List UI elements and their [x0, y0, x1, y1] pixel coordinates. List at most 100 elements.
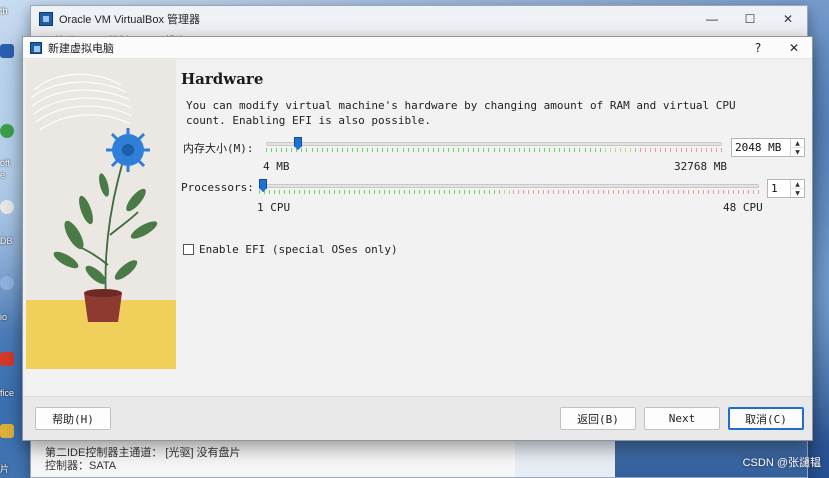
spin-arrows: ▲ ▼: [790, 139, 804, 156]
memory-value[interactable]: 2048 MB: [732, 139, 790, 156]
slider-tick: [595, 148, 596, 152]
slider-tick: [499, 190, 500, 194]
slider-tick: [539, 148, 540, 152]
help-button[interactable]: 帮助(H): [35, 407, 111, 430]
desktop-label: oft: [0, 158, 11, 168]
slider-tick: [758, 190, 759, 194]
close-button[interactable]: ✕: [769, 6, 807, 32]
slider-tick: [319, 190, 320, 194]
slider-tick: [648, 190, 649, 194]
slider-tick: [718, 190, 719, 194]
slider-tick: [352, 148, 353, 152]
slider-tick: [620, 148, 621, 152]
slider-tick: [523, 190, 524, 194]
slider-tick: [598, 190, 599, 194]
slider-tick: [703, 190, 704, 194]
slider-tick: [711, 148, 712, 152]
slider-tick: [676, 148, 677, 152]
processors-slider[interactable]: [259, 178, 759, 202]
slider-ticks: [266, 148, 722, 152]
slider-tick: [269, 190, 270, 194]
slider-tick: [716, 148, 717, 152]
slider-tick: [408, 148, 409, 152]
slider-tick: [618, 190, 619, 194]
desktop-app-icon[interactable]: [0, 124, 14, 138]
slider-tick: [723, 190, 724, 194]
slider-tick: [573, 190, 574, 194]
next-button[interactable]: Next: [644, 407, 720, 430]
slider-tick: [673, 190, 674, 194]
slider-tick: [279, 190, 280, 194]
slider-tick: [299, 190, 300, 194]
processors-value[interactable]: 1: [768, 180, 790, 197]
csdn-watermark: CSDN @张譴韫: [742, 457, 821, 469]
slider-tick: [686, 148, 687, 152]
slider-tick: [593, 190, 594, 194]
desktop-icon-strip: th oft e DB io fice 片: [0, 0, 24, 478]
slider-tick: [329, 190, 330, 194]
increment-icon[interactable]: ▲: [791, 139, 804, 147]
desktop-app-icon[interactable]: [0, 200, 14, 214]
decrement-icon[interactable]: ▼: [791, 188, 804, 197]
slider-tick: [574, 148, 575, 152]
slider-tick: [608, 190, 609, 194]
slider-tick: [428, 148, 429, 152]
desktop-app-icon[interactable]: [0, 276, 14, 290]
desktop-app-icon[interactable]: [0, 424, 14, 438]
slider-tick: [534, 148, 535, 152]
slider-tick: [438, 148, 439, 152]
slider-tick: [533, 190, 534, 194]
slider-tick: [610, 148, 611, 152]
slider-ticks: [259, 190, 759, 194]
memory-slider[interactable]: [266, 136, 722, 160]
efi-option[interactable]: Enable EFI (special OSes only): [183, 243, 398, 256]
slider-tick: [473, 148, 474, 152]
back-button[interactable]: 返回(B): [560, 407, 636, 430]
minimize-button[interactable]: —: [693, 6, 731, 32]
slider-tick: [564, 148, 565, 152]
storage-line: 控制器：SATA: [45, 460, 117, 472]
cancel-button[interactable]: 取消(C): [728, 407, 804, 430]
slider-tick: [276, 148, 277, 152]
slider-tick: [449, 190, 450, 194]
decrement-icon[interactable]: ▼: [791, 147, 804, 156]
maximize-button[interactable]: ☐: [731, 6, 769, 32]
slider-tick: [494, 190, 495, 194]
slider-tick: [317, 148, 318, 152]
slider-tick: [454, 190, 455, 194]
memory-spinbox[interactable]: 2048 MB ▲ ▼: [731, 138, 805, 157]
slider-tick: [625, 148, 626, 152]
slider-tick: [349, 190, 350, 194]
slider-tick: [397, 148, 398, 152]
slider-tick: [753, 190, 754, 194]
slider-tick: [414, 190, 415, 194]
slider-tick: [483, 148, 484, 152]
slider-tick: [369, 190, 370, 194]
slider-tick: [698, 190, 699, 194]
slider-tick: [578, 190, 579, 194]
slider-tick: [379, 190, 380, 194]
slider-tick: [469, 190, 470, 194]
slider-tick: [434, 190, 435, 194]
efi-label[interactable]: Enable EFI (special OSes only): [199, 243, 398, 256]
slider-tick: [424, 190, 425, 194]
desktop-app-icon[interactable]: [0, 44, 14, 58]
slider-tick: [650, 148, 651, 152]
help-icon[interactable]: ?: [744, 37, 772, 59]
processors-spinbox[interactable]: 1 ▲ ▼: [767, 179, 805, 198]
slider-tick: [670, 148, 671, 152]
slider-tick: [696, 148, 697, 152]
processors-label: Processors:: [181, 181, 254, 194]
slider-tick: [549, 148, 550, 152]
slider-tick: [518, 190, 519, 194]
slider-tick: [668, 190, 669, 194]
slider-tick: [643, 190, 644, 194]
efi-checkbox[interactable]: [183, 244, 194, 255]
slider-tick: [459, 190, 460, 194]
slider-tick: [478, 148, 479, 152]
slider-tick: [588, 190, 589, 194]
slider-tick: [413, 148, 414, 152]
increment-icon[interactable]: ▲: [791, 180, 804, 188]
desktop-app-icon[interactable]: [0, 352, 14, 366]
close-icon[interactable]: ✕: [780, 37, 808, 59]
